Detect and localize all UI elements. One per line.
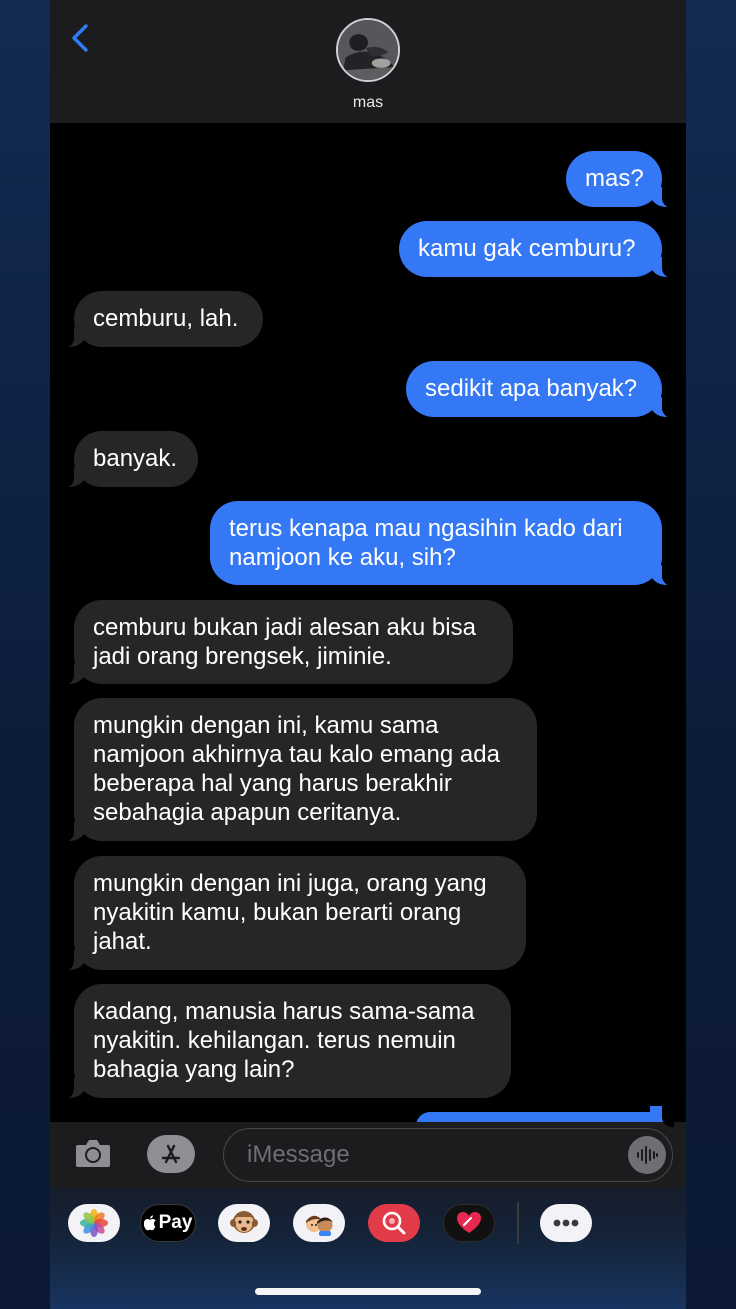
more-icon[interactable]: [540, 1204, 592, 1242]
digital-touch-heart-icon[interactable]: [443, 1204, 495, 1242]
received-message[interactable]: cemburu bukan jadi alesan aku bisa jadi …: [62, 600, 513, 685]
camera-icon[interactable]: [74, 1136, 112, 1170]
home-indicator[interactable]: [255, 1288, 481, 1295]
apple-pay-label: Pay: [158, 1212, 193, 1233]
background-right: [686, 0, 736, 1309]
avatar[interactable]: [336, 18, 400, 82]
audio-waveform-icon[interactable]: [628, 1136, 666, 1174]
animoji-monkey-icon[interactable]: [218, 1204, 270, 1242]
image-search-icon[interactable]: [368, 1204, 420, 1242]
background-left: [0, 0, 50, 1309]
apple-pay-icon[interactable]: Pay: [140, 1204, 196, 1242]
sent-message[interactable]: sedikit apa banyak?: [406, 361, 674, 418]
message-list: mas? kamu gak cemburu? cemburu, lah. sed…: [50, 123, 686, 1127]
sent-message[interactable]: terus kenapa mau ngasihin kado dari namj…: [210, 501, 674, 586]
input-placeholder: iMessage: [247, 1141, 350, 1168]
received-message[interactable]: mungkin dengan ini, kamu sama namjoon ak…: [62, 698, 537, 842]
received-message[interactable]: cemburu, lah.: [62, 291, 263, 348]
sent-message[interactable]: kamu gak cemburu?: [399, 221, 674, 278]
received-message[interactable]: banyak.: [62, 431, 198, 488]
chevron-left-icon[interactable]: [66, 20, 96, 56]
imessage-input[interactable]: iMessage: [223, 1128, 673, 1182]
phone-screen: mas mas? kamu gak cemburu? cemburu, lah.…: [50, 0, 686, 1309]
input-bar: iMessage: [50, 1122, 686, 1188]
app-store-icon[interactable]: [147, 1135, 195, 1173]
photos-icon[interactable]: [68, 1204, 120, 1242]
sent-message[interactable]: mas?: [566, 151, 674, 208]
received-message[interactable]: kadang, manusia harus sama-sama nyakitin…: [62, 984, 511, 1099]
conversation-header: mas: [50, 0, 686, 123]
contact-name[interactable]: mas: [50, 94, 686, 112]
received-message[interactable]: mungkin dengan ini juga, orang yang nyak…: [62, 856, 526, 971]
memoji-stickers-icon[interactable]: [293, 1204, 345, 1242]
drawer-divider: [517, 1202, 519, 1244]
